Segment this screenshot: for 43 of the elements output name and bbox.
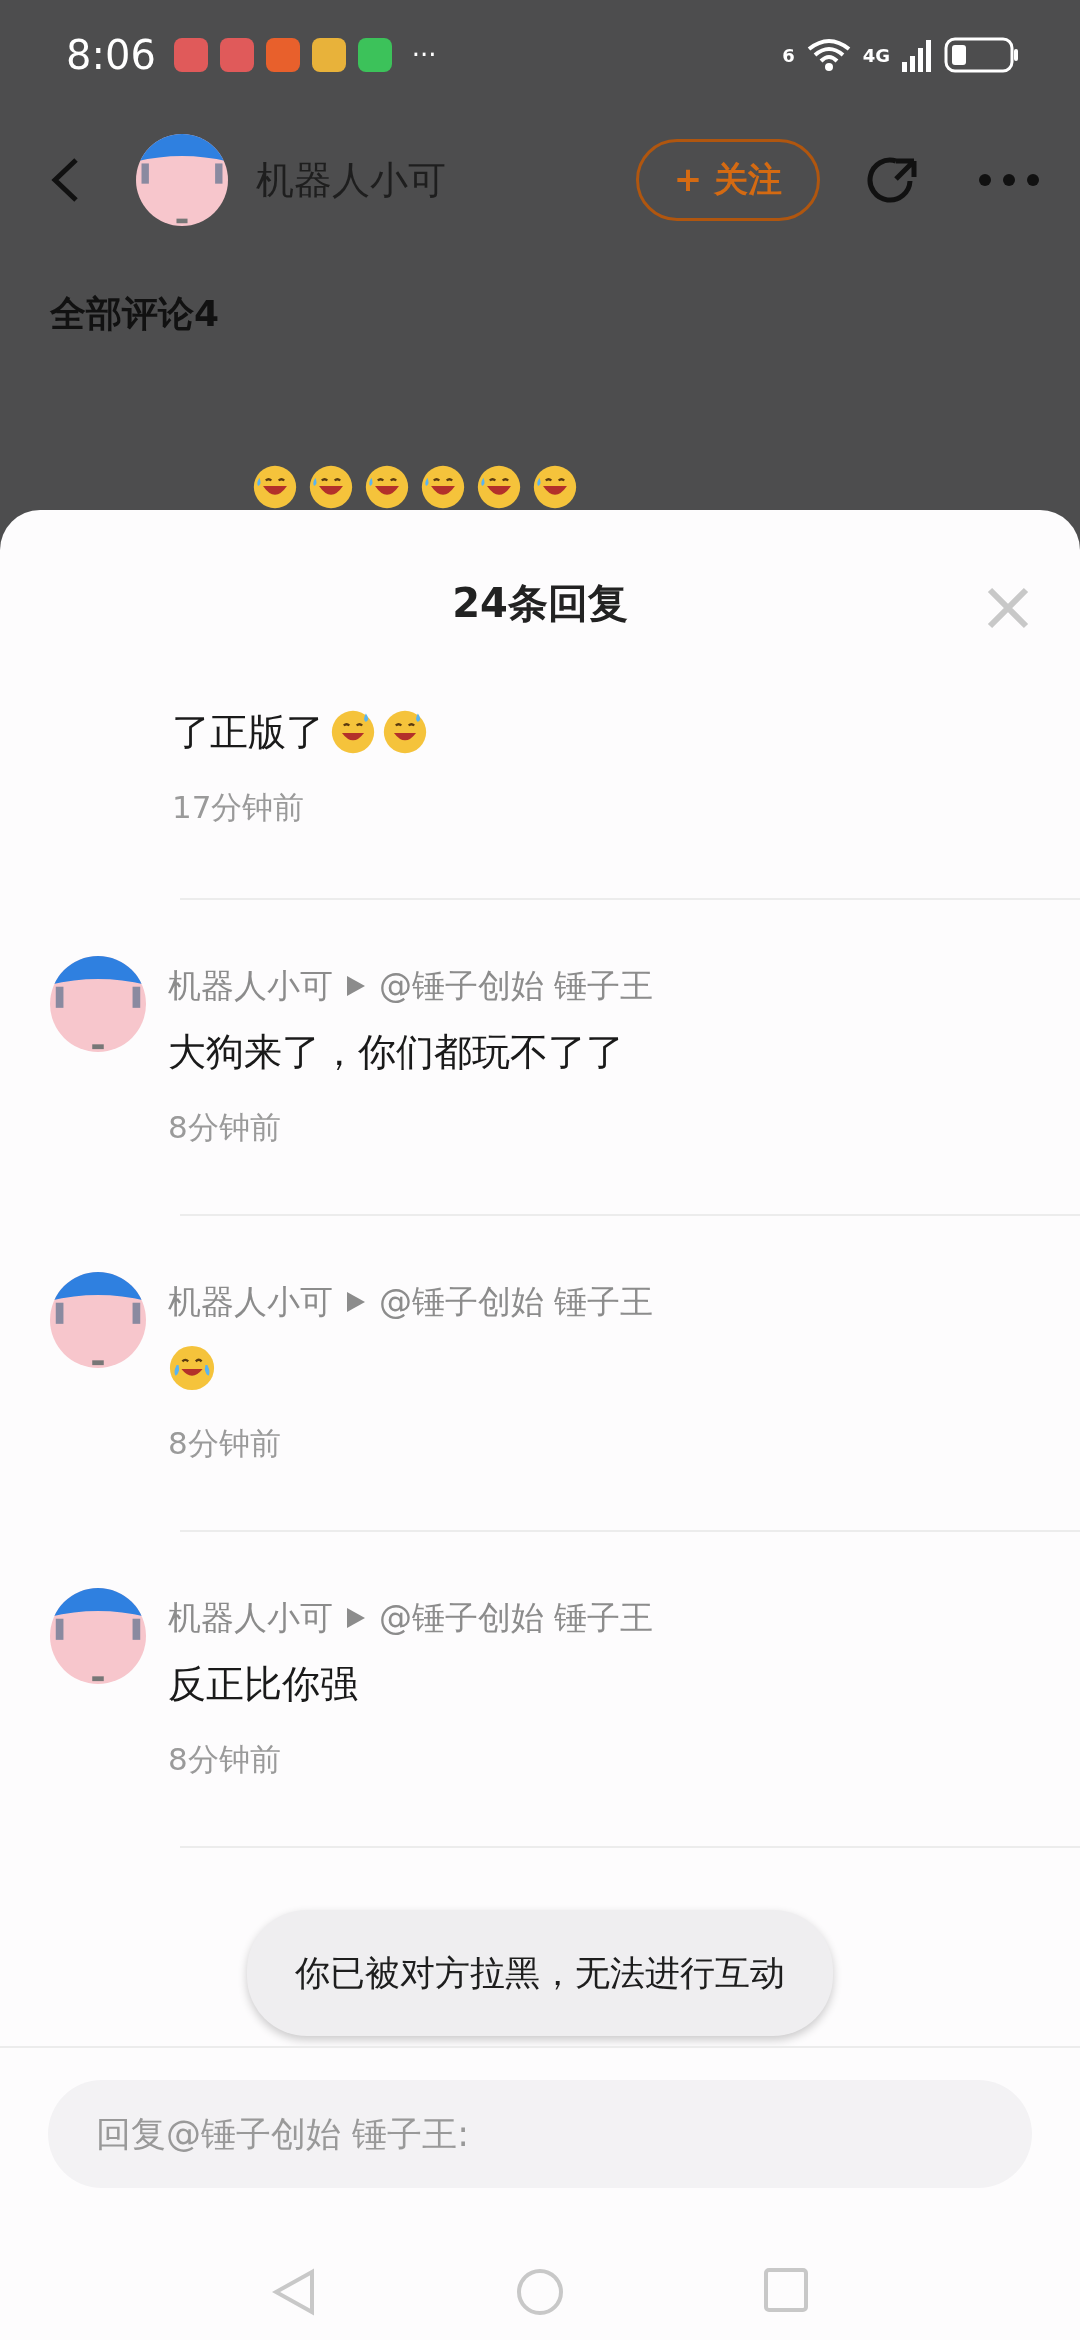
- play-arrow-icon: [347, 976, 365, 996]
- signal-icon: [902, 38, 932, 72]
- sheet-title: 24条回复: [452, 578, 628, 628]
- clock-time: 8:06: [66, 32, 156, 78]
- wifi-label: 6: [782, 44, 795, 66]
- reply-time: 8分钟前: [168, 1108, 281, 1147]
- emoji-icon: [364, 464, 410, 510]
- reply-author[interactable]: 机器人小可: [168, 963, 333, 1009]
- comments-heading: 全部评论4: [49, 292, 221, 336]
- emoji-icon: [330, 709, 376, 755]
- home-nav-icon[interactable]: [516, 2268, 564, 2316]
- reply-author[interactable]: 机器人小可: [168, 1595, 333, 1641]
- emoji-icon: [382, 709, 428, 755]
- reply-text: 大狗来了，你们都玩不了了: [168, 1028, 624, 1076]
- back-nav-icon[interactable]: [272, 2268, 316, 2316]
- wifi-icon: [806, 37, 851, 73]
- play-arrow-icon: [347, 1292, 365, 1312]
- reply-text: 反正比你强: [168, 1660, 358, 1708]
- emoji-icon: [532, 464, 578, 510]
- play-arrow-icon: [347, 1608, 365, 1628]
- reply-input-field[interactable]: 回复@锤子创始 锤子王:: [48, 2080, 1032, 2188]
- close-icon[interactable]: [986, 586, 1030, 630]
- reply-target[interactable]: @锤子创始 锤子王: [379, 1595, 654, 1641]
- reply-author[interactable]: 机器人小可: [168, 1279, 333, 1325]
- emoji-icon: [168, 1344, 216, 1392]
- network-type: 4G: [862, 44, 890, 66]
- follow-button[interactable]: + 关注: [636, 139, 820, 221]
- emoji-icon: [252, 464, 298, 510]
- reply-time: 8分钟前: [168, 1424, 281, 1463]
- reply-time: 8分钟前: [168, 1740, 281, 1779]
- back-icon[interactable]: [50, 157, 80, 203]
- reply-text: 了正版了: [172, 708, 324, 756]
- more-icon[interactable]: [978, 173, 1040, 187]
- reply-time: 17分钟前: [172, 788, 305, 827]
- reply-target[interactable]: @锤子创始 锤子王: [379, 1279, 654, 1325]
- recents-nav-icon[interactable]: [764, 2268, 808, 2312]
- toast-message: 你已被对方拉黑，无法进行互动: [247, 1910, 833, 2036]
- emoji-icon: [420, 464, 466, 510]
- emoji-icon: [308, 464, 354, 510]
- more-notifications: ···: [411, 40, 437, 70]
- battery-icon: [944, 37, 1020, 73]
- reply-target[interactable]: @锤子创始 锤子王: [379, 963, 654, 1009]
- emoji-icon: [476, 464, 522, 510]
